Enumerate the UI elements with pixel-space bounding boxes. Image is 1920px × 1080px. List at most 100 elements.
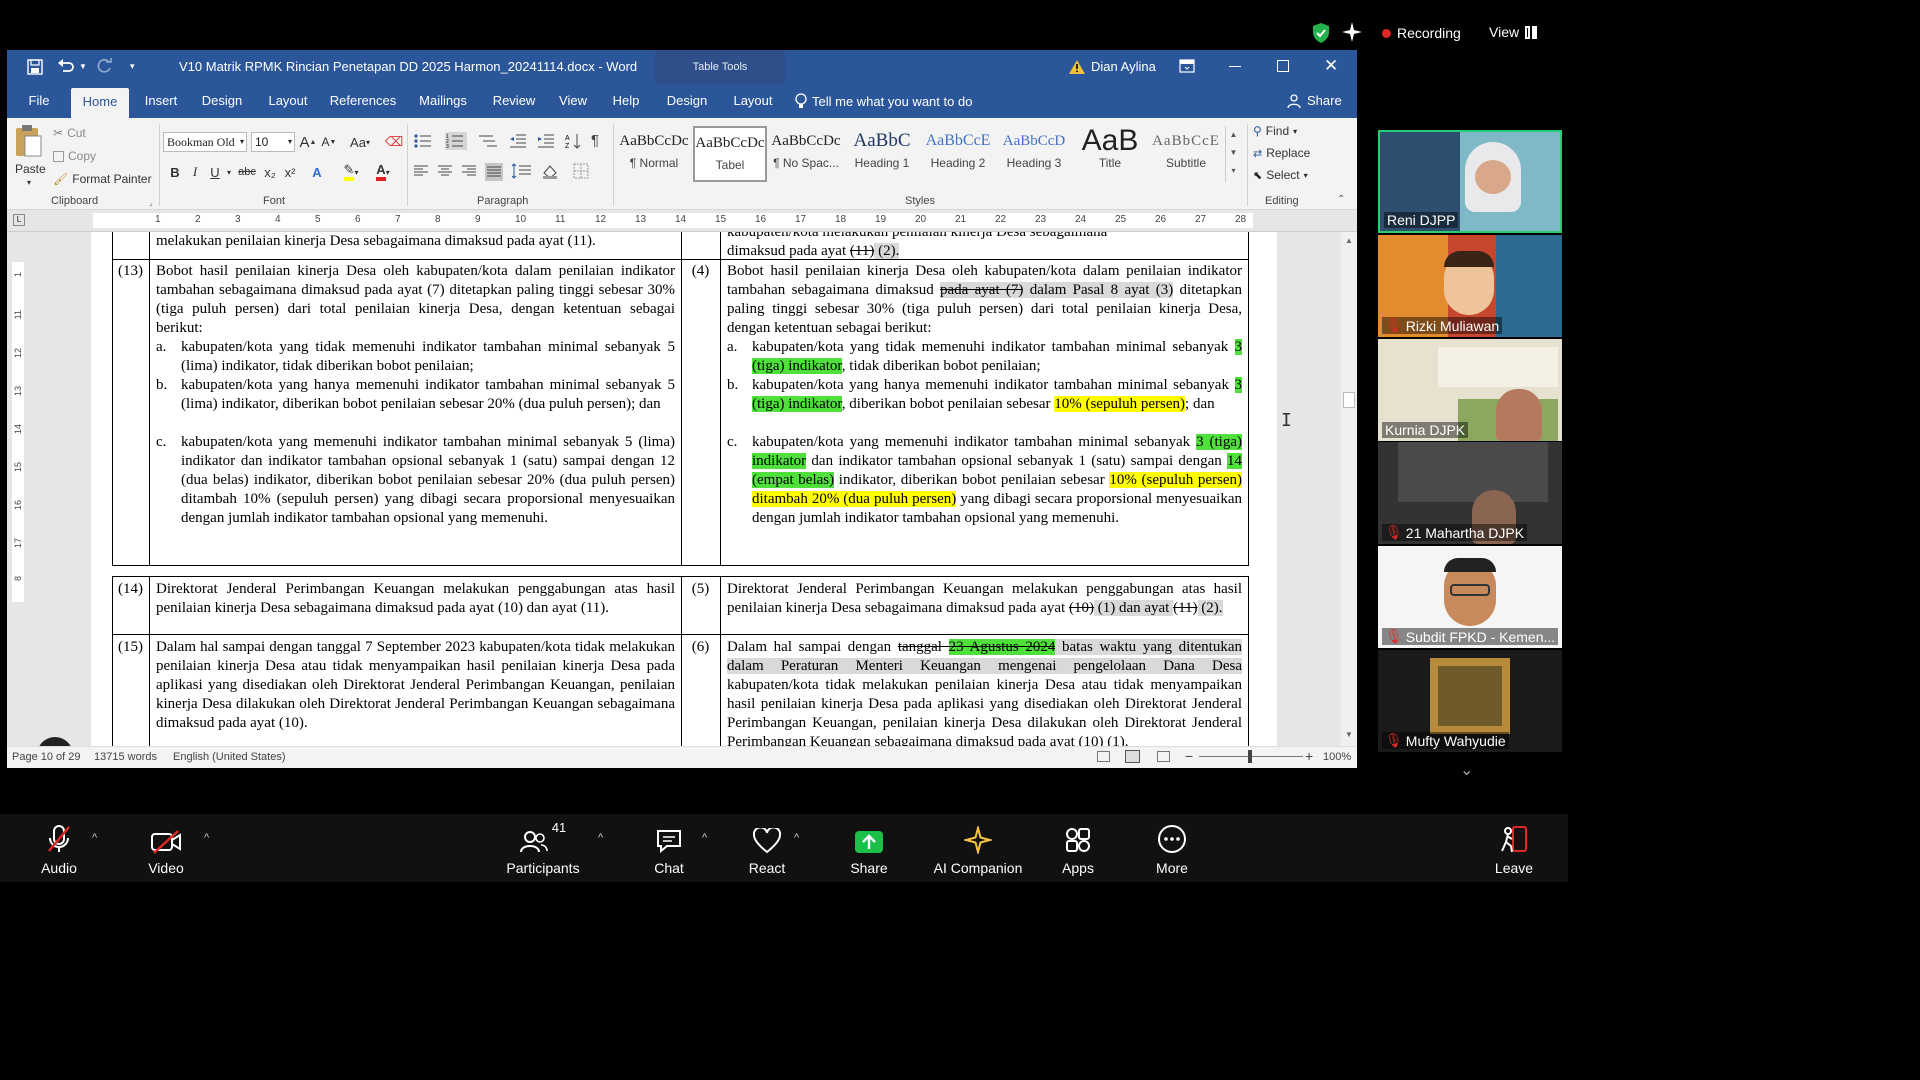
react-chevron-icon[interactable]: ^	[794, 832, 799, 844]
tab-mailings[interactable]: Mailings	[412, 84, 474, 118]
vertical-scrollbar[interactable]: ▲ ▼	[1341, 232, 1357, 746]
tab-file[interactable]: File	[21, 84, 57, 118]
minimize-button[interactable]	[1229, 66, 1241, 67]
text-effects-icon[interactable]: A	[308, 162, 326, 182]
tell-me-search[interactable]: Tell me what you want to do	[795, 93, 972, 109]
styles-gallery-scroll[interactable]: ▲ ▼ ▾	[1225, 126, 1241, 182]
save-icon[interactable]	[27, 59, 43, 75]
video-button[interactable]: Video	[136, 814, 196, 882]
align-center-icon[interactable]	[437, 163, 453, 179]
font-color-button[interactable]: A ▾	[371, 162, 395, 182]
ai-companion-button[interactable]: AI Companion	[930, 814, 1026, 882]
close-button[interactable]: ✕	[1324, 56, 1338, 76]
select-button[interactable]: ⬉ Select ▾	[1253, 168, 1308, 182]
audio-options-chevron-icon[interactable]: ^	[92, 832, 97, 844]
leave-button[interactable]: Leave	[1492, 814, 1536, 882]
increase-indent-icon[interactable]	[537, 132, 555, 150]
collapse-ribbon-icon[interactable]: ⌃	[1337, 194, 1345, 205]
participants-chevron-icon[interactable]: ^	[598, 832, 603, 844]
font-size-box[interactable]: 10 ▾	[251, 132, 295, 152]
replace-button[interactable]: ⇄ Replace	[1253, 146, 1310, 160]
tab-review[interactable]: Review	[489, 84, 539, 118]
change-case-button[interactable]: Aa ▾	[345, 133, 375, 151]
line-spacing-icon[interactable]	[511, 163, 533, 179]
audio-button[interactable]: Audio	[30, 814, 88, 882]
participant-tile[interactable]: 🎙 Mufty Wahyudie	[1378, 650, 1562, 752]
security-shield-icon[interactable]	[1311, 22, 1331, 44]
cut-button[interactable]: ✂ Cut	[53, 126, 86, 140]
zoom-slider-thumb[interactable]	[1248, 750, 1252, 763]
page-count[interactable]: Page 10 of 29	[12, 751, 81, 763]
tab-table-layout[interactable]: Layout	[727, 84, 779, 118]
scroll-down-icon[interactable]: ▼	[1345, 730, 1353, 739]
shading-icon[interactable]	[541, 163, 565, 179]
word-count[interactable]: 13715 words	[94, 751, 157, 763]
recording-indicator[interactable]: Recording	[1382, 25, 1461, 41]
multilevel-list-icon[interactable]	[477, 132, 499, 150]
annotate-pen-button[interactable]	[37, 737, 73, 746]
participant-tile[interactable]: Reni DJPP	[1378, 130, 1562, 233]
style-heading-2[interactable]: AaBbCcE Heading 2	[921, 126, 995, 182]
borders-icon[interactable]	[573, 163, 597, 179]
paste-button[interactable]: Paste ▾	[13, 124, 47, 188]
tab-help[interactable]: Help	[607, 84, 645, 118]
user-account[interactable]: Dian Aylina	[1069, 59, 1156, 74]
grow-font-button[interactable]: A ▲	[299, 133, 317, 151]
chat-chevron-icon[interactable]: ^	[702, 832, 707, 844]
horizontal-ruler[interactable]: L 1 2 3 4 5 6 7 8 9 10 11 12 13 14 15 16 17 18 19 20 21 22 23 2…	[7, 210, 1357, 232]
ribbon-display-options-icon[interactable]	[1179, 59, 1195, 73]
scroll-up-icon[interactable]: ▲	[1345, 236, 1353, 245]
undo-icon[interactable]	[57, 58, 75, 74]
sort-icon[interactable]: AZ	[565, 132, 581, 150]
apps-button[interactable]: Apps	[1056, 814, 1100, 882]
align-right-icon[interactable]	[461, 163, 477, 179]
tab-selector-icon[interactable]: L	[13, 214, 25, 226]
chat-button[interactable]: Chat	[646, 814, 692, 882]
share-screen-button[interactable]: Share	[846, 814, 892, 882]
copy-button[interactable]: Copy	[53, 149, 96, 163]
style-heading-1[interactable]: AaBbC Heading 1	[845, 126, 919, 182]
align-left-icon[interactable]	[413, 163, 429, 179]
zoom-out-icon[interactable]: −	[1185, 748, 1193, 764]
restore-button[interactable]	[1277, 60, 1289, 72]
tab-layout[interactable]: Layout	[263, 84, 313, 118]
numbering-icon[interactable]: 123	[445, 132, 467, 150]
tab-view[interactable]: View	[555, 84, 591, 118]
show-formatting-marks-icon[interactable]: ¶	[591, 132, 599, 150]
style-no-spacing[interactable]: AaBbCcDc ¶ No Spac...	[769, 126, 843, 182]
superscript-button[interactable]: x²	[281, 162, 299, 182]
view-button[interactable]: View	[1489, 24, 1538, 40]
subscript-button[interactable]: x₂	[261, 162, 279, 182]
scroll-thumb[interactable]	[1343, 392, 1355, 408]
chevron-down-icon[interactable]: ⌄	[1460, 760, 1473, 780]
print-layout-icon[interactable]	[1125, 750, 1140, 763]
tab-insert[interactable]: Insert	[139, 84, 183, 118]
language[interactable]: English (United States)	[173, 751, 286, 763]
zoom-level[interactable]: 100%	[1323, 751, 1351, 763]
tab-home[interactable]: Home	[71, 88, 129, 118]
shrink-font-button[interactable]: A ▼	[320, 133, 338, 151]
style-heading-3[interactable]: AaBbCcD Heading 3	[997, 126, 1071, 182]
redo-icon[interactable]	[97, 58, 113, 74]
participants-button[interactable]: 41 Participants	[502, 814, 584, 882]
read-mode-icon[interactable]	[1097, 751, 1110, 762]
document-canvas[interactable]: melakukan penilaian kinerja Desa sebagai…	[29, 232, 1341, 746]
format-painter-button[interactable]: 🖌 Format Painter	[53, 172, 152, 186]
document-page[interactable]: melakukan penilaian kinerja Desa sebagai…	[91, 232, 1277, 746]
undo-dropdown-icon[interactable]: ▼	[79, 62, 87, 71]
decrease-indent-icon[interactable]	[509, 132, 527, 150]
justify-icon[interactable]	[485, 163, 503, 181]
style-subtitle[interactable]: AaBbCcE Subtitle	[1149, 126, 1223, 182]
italic-button[interactable]: I	[186, 162, 204, 182]
video-options-chevron-icon[interactable]: ^	[204, 832, 209, 844]
style-title[interactable]: AaB Title	[1073, 126, 1147, 182]
react-button[interactable]: React	[744, 814, 790, 882]
vertical-ruler[interactable]: 1 11 12 13 14 15 16 17 8	[7, 232, 29, 746]
highlight-color-button[interactable]: ✎ ▾	[339, 162, 363, 182]
participant-tile[interactable]: 🎙 21 Mahartha DJPK	[1378, 442, 1562, 544]
font-name-box[interactable]: Bookman Old ▾	[163, 132, 247, 152]
strikethrough-button[interactable]: abc	[235, 162, 259, 182]
participant-tile[interactable]: 🎙 Subdit FPKD - Kemen...	[1378, 546, 1562, 648]
underline-dropdown-icon[interactable]: ▾	[225, 162, 233, 182]
find-button[interactable]: ⚲ Find ▾	[1253, 124, 1297, 138]
